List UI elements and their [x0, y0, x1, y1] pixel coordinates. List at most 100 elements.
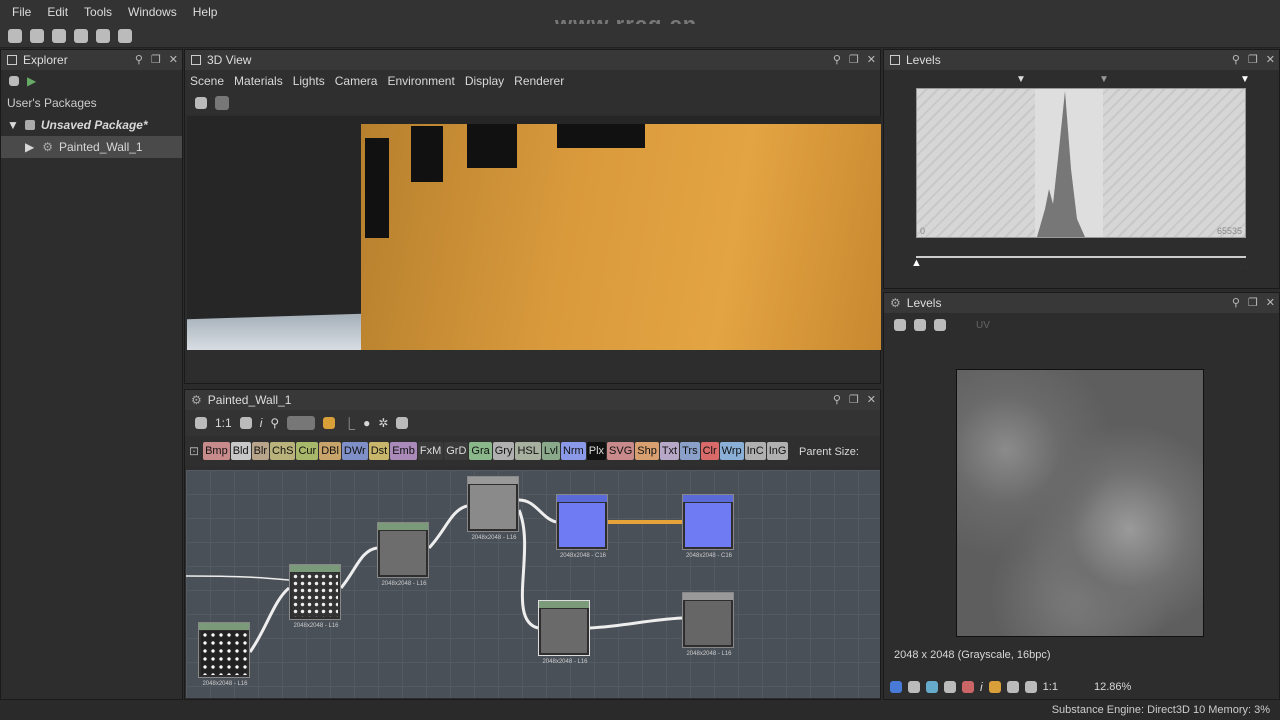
menu-materials[interactable]: Materials [229, 74, 288, 88]
graph-node[interactable]: 2048x2048 - L16 [289, 564, 341, 629]
library-filter-nrm[interactable]: Nrm [560, 442, 586, 460]
graph-node[interactable]: 2048x2048 - L16 [377, 522, 429, 587]
texture-preview[interactable] [956, 369, 1204, 637]
menu-edit[interactable]: Edit [39, 5, 76, 19]
menu-environment[interactable]: Environment [382, 74, 459, 88]
library-filter-fxm[interactable]: FxM [417, 442, 444, 460]
grid-icon[interactable] [944, 681, 956, 693]
library-filter-grd[interactable]: GrD [444, 442, 469, 460]
align-icon[interactable] [287, 416, 316, 430]
uv-toggle[interactable]: UV [976, 320, 990, 331]
library-filter-dwr[interactable]: DWr [341, 442, 368, 460]
close-icon[interactable]: ✕ [1266, 53, 1275, 66]
close-icon[interactable]: ✕ [867, 53, 876, 66]
library-filter-trs[interactable]: Trs [680, 442, 700, 460]
zoom-1to1-button[interactable]: 1:1 [215, 416, 232, 430]
redo-icon[interactable] [118, 28, 132, 43]
library-filter-inc[interactable]: InC [744, 442, 766, 460]
checker-icon[interactable] [908, 681, 920, 693]
graph-canvas[interactable]: 2048x2048 - L16 2048x2048 - L16 2048x204… [186, 470, 880, 698]
menu-renderer[interactable]: Renderer [509, 74, 569, 88]
library-toggle-icon[interactable]: ⊡ [189, 444, 199, 458]
output-max-handle[interactable]: △ [1240, 257, 1248, 270]
input-max-handle[interactable]: ▼ [1240, 74, 1250, 85]
save-image-icon[interactable] [914, 319, 926, 331]
camera-icon[interactable] [934, 319, 946, 331]
output-slider[interactable] [916, 256, 1246, 258]
float-icon[interactable]: ❐ [151, 53, 161, 66]
rgb-icon[interactable] [926, 681, 938, 693]
library-filter-clr[interactable]: Clr [700, 442, 719, 460]
graph-node[interactable]: 2048x2048 - L16 [538, 600, 590, 665]
library-filter-txt[interactable]: Txt [659, 442, 680, 460]
float-icon[interactable]: ❐ [1248, 296, 1258, 309]
library-filter-gry[interactable]: Gry [492, 442, 515, 460]
menu-file[interactable]: File [4, 5, 39, 19]
input-min-handle[interactable]: ▼ [1016, 74, 1026, 85]
pin-icon[interactable]: ⚲ [1232, 53, 1240, 66]
parent-size-label[interactable]: Parent Size: [799, 446, 859, 458]
library-filter-plx[interactable]: Plx [586, 442, 607, 460]
snapshot-icon[interactable] [195, 97, 207, 109]
histogram-icon[interactable] [988, 681, 1001, 693]
zoom-1to1-button[interactable]: 1:1 [1043, 681, 1058, 693]
tiling-icon[interactable] [894, 319, 906, 331]
library-filter-dbl[interactable]: DBl [319, 442, 341, 460]
menu-tools[interactable]: Tools [76, 5, 120, 19]
library-filter-svg[interactable]: SVG [607, 442, 635, 460]
package-item[interactable]: ▼ Unsaved Package* [1, 114, 182, 136]
close-icon[interactable]: ✕ [1266, 296, 1275, 309]
library-filter-ing[interactable]: InG [766, 442, 789, 460]
fit-icon[interactable] [1024, 681, 1037, 693]
save-icon[interactable] [52, 28, 66, 43]
frame-icon[interactable] [239, 417, 252, 429]
pin-icon[interactable]: ⚲ [833, 53, 841, 66]
menu-help[interactable]: Help [185, 5, 226, 19]
menu-camera[interactable]: Camera [330, 74, 383, 88]
graph-node[interactable]: 2048x2048 - L16 [467, 476, 519, 541]
menu-display[interactable]: Display [460, 74, 509, 88]
comment-icon[interactable]: ● [363, 416, 370, 430]
pin-icon[interactable]: ⚲ [1232, 296, 1240, 309]
play-icon[interactable]: ▶ [27, 74, 36, 88]
library-filter-bmp[interactable]: Bmp [203, 442, 230, 460]
float-icon[interactable]: ❐ [849, 393, 859, 406]
library-filter-cur[interactable]: Cur [296, 442, 319, 460]
menu-lights[interactable]: Lights [288, 74, 330, 88]
save-all-icon[interactable] [74, 28, 88, 43]
menu-scene[interactable]: Scene [185, 74, 229, 88]
search-icon[interactable]: ⚲ [270, 416, 279, 430]
info-icon[interactable]: i [980, 680, 983, 694]
close-icon[interactable]: ✕ [867, 393, 876, 406]
library-filter-wrp[interactable]: Wrp [719, 442, 744, 460]
new-graph-icon[interactable] [9, 76, 19, 86]
channel-icon[interactable] [890, 681, 902, 693]
viewport-3d[interactable] [187, 116, 881, 350]
alpha-icon[interactable] [962, 681, 974, 693]
fit-view-icon[interactable] [195, 417, 207, 429]
camera-tool-icon[interactable] [215, 96, 229, 110]
frame-node-icon[interactable]: ⎿ [343, 415, 355, 432]
color-picker-icon[interactable] [1006, 681, 1019, 693]
library-filter-lvl[interactable]: Lvl [541, 442, 560, 460]
pin-icon[interactable]: ⚲ [135, 53, 143, 66]
graph-node[interactable]: 2048x2048 - C16 [682, 494, 734, 559]
open-icon[interactable] [30, 28, 44, 43]
library-filter-hsl[interactable]: HSL [515, 442, 541, 460]
expand-arrow-icon[interactable]: ▼ [7, 118, 19, 132]
new-package-icon[interactable] [8, 28, 22, 43]
collapse-arrow-icon[interactable]: ▶ [25, 140, 34, 154]
graph-item[interactable]: ▶ ⚙ Painted_Wall_1 [1, 136, 182, 158]
gamma-handle[interactable]: ▼ [1099, 74, 1109, 85]
export-icon[interactable] [396, 417, 409, 429]
float-icon[interactable]: ❐ [849, 53, 859, 66]
library-filter-chs[interactable]: ChS [270, 442, 296, 460]
library-filter-shp[interactable]: Shp [635, 442, 659, 460]
graph-node[interactable]: 2048x2048 - L16 [198, 622, 250, 687]
graph-node[interactable]: 2048x2048 - L16 [682, 592, 734, 657]
library-filter-bld[interactable]: Bld [230, 442, 251, 460]
graph-node[interactable]: 2048x2048 - C16 [556, 494, 608, 559]
float-icon[interactable]: ❐ [1248, 53, 1258, 66]
info-icon[interactable]: i [260, 416, 263, 430]
library-filter-gra[interactable]: Gra [469, 442, 492, 460]
